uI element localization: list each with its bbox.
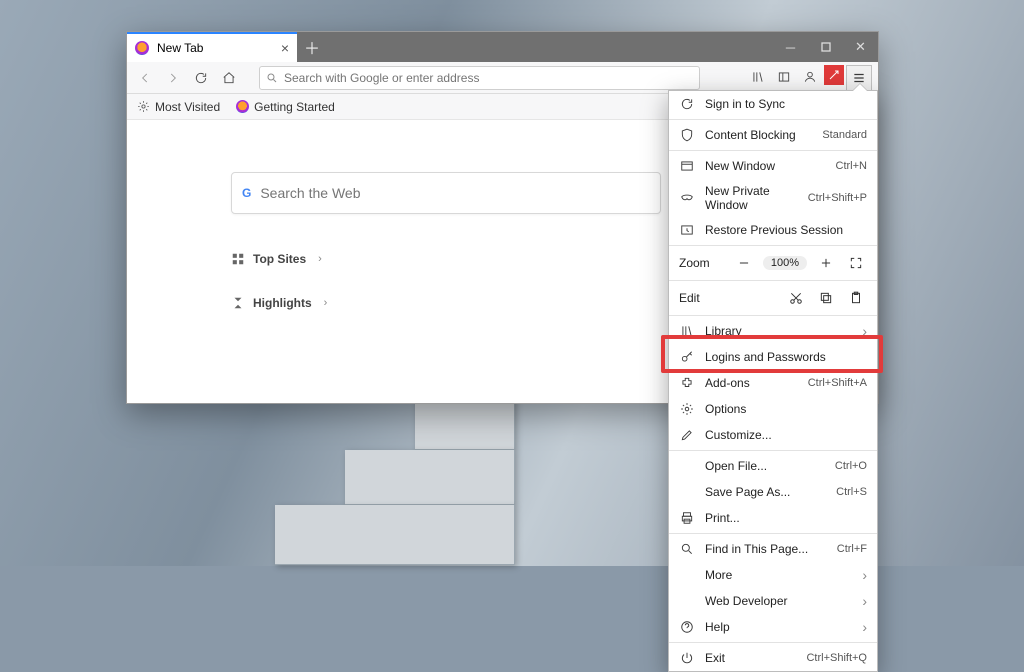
- menu-sign-in-sync[interactable]: Sign in to Sync: [669, 91, 877, 117]
- copy-button[interactable]: [815, 288, 837, 308]
- section-title: Highlights: [253, 296, 312, 310]
- bookmark-most-visited[interactable]: Most Visited: [137, 100, 220, 114]
- maximize-button[interactable]: [808, 32, 843, 62]
- newtab-search-input[interactable]: [260, 185, 650, 201]
- zoom-in-button[interactable]: [815, 253, 837, 273]
- cut-button[interactable]: [785, 288, 807, 308]
- edit-label: Edit: [679, 291, 777, 305]
- restore-icon: [679, 223, 695, 237]
- gear-icon: [137, 100, 150, 113]
- search-icon: [679, 542, 695, 556]
- menu-restore-session[interactable]: Restore Previous Session: [669, 217, 877, 243]
- new-tab-button[interactable]: ＋: [297, 32, 327, 62]
- gear-icon: [679, 402, 695, 416]
- forward-button[interactable]: [161, 66, 185, 90]
- menu-customize[interactable]: Customize...: [669, 422, 877, 448]
- menu-open-file[interactable]: Open File... Ctrl+O: [669, 453, 877, 479]
- tab-newtab[interactable]: New Tab ×: [127, 32, 297, 62]
- sync-icon: [679, 97, 695, 111]
- section-title: Top Sites: [253, 252, 306, 266]
- paintbrush-icon: [679, 428, 695, 442]
- window-controls: ─ ✕: [773, 32, 878, 62]
- chevron-right-icon: ›: [862, 593, 867, 609]
- menu-web-developer[interactable]: Web Developer ›: [669, 588, 877, 614]
- zoom-value[interactable]: 100%: [763, 256, 807, 270]
- chevron-right-icon: ›: [318, 253, 322, 265]
- paste-button[interactable]: [845, 288, 867, 308]
- back-button[interactable]: [133, 66, 157, 90]
- home-button[interactable]: [217, 66, 241, 90]
- fullscreen-button[interactable]: [845, 253, 867, 273]
- key-icon: [679, 350, 695, 364]
- app-menu-panel: Sign in to Sync Content Blocking Standar…: [668, 90, 878, 672]
- minimize-button[interactable]: ─: [773, 32, 808, 62]
- tab-strip: New Tab × ＋ ─ ✕: [127, 32, 878, 62]
- menu-logins[interactable]: Logins and Passwords: [669, 344, 877, 370]
- bookmark-label: Getting Started: [254, 100, 335, 114]
- newtab-search[interactable]: G: [231, 172, 661, 214]
- search-icon: [266, 72, 278, 84]
- firefox-favicon-icon: [135, 41, 149, 55]
- menu-help[interactable]: Help ›: [669, 614, 877, 640]
- account-icon[interactable]: [798, 65, 822, 89]
- reload-button[interactable]: [189, 66, 213, 90]
- grid-icon: [231, 252, 245, 266]
- chevron-right-icon: ›: [862, 323, 867, 339]
- chevron-right-icon: ›: [324, 297, 328, 309]
- power-icon: [679, 651, 695, 665]
- close-tab-icon[interactable]: ×: [281, 40, 289, 56]
- address-bar[interactable]: [259, 66, 700, 90]
- window-icon: [679, 159, 695, 173]
- library-icon[interactable]: [746, 65, 770, 89]
- menu-exit[interactable]: Exit Ctrl+Shift+Q: [669, 645, 877, 671]
- chevron-right-icon: ›: [862, 567, 867, 583]
- close-window-button[interactable]: ✕: [843, 32, 878, 62]
- menu-print[interactable]: Print...: [669, 505, 877, 531]
- firefox-icon: [236, 100, 249, 113]
- printer-icon: [679, 511, 695, 525]
- menu-edit-row: Edit: [669, 283, 877, 313]
- mask-icon: [679, 191, 695, 205]
- sidebar-icon[interactable]: [772, 65, 796, 89]
- bookmark-getting-started[interactable]: Getting Started: [236, 100, 335, 114]
- library-icon: [679, 324, 695, 338]
- puzzle-icon: [679, 376, 695, 390]
- menu-save-page[interactable]: Save Page As... Ctrl+S: [669, 479, 877, 505]
- menu-addons[interactable]: Add-ons Ctrl+Shift+A: [669, 370, 877, 396]
- extension-red-icon[interactable]: [824, 65, 844, 85]
- menu-find[interactable]: Find in This Page... Ctrl+F: [669, 536, 877, 562]
- highlights-icon: [231, 296, 245, 310]
- zoom-out-button[interactable]: [733, 253, 755, 273]
- menu-arrow-icon: [853, 84, 867, 91]
- menu-library[interactable]: Library ›: [669, 318, 877, 344]
- menu-content-blocking[interactable]: Content Blocking Standard: [669, 122, 877, 148]
- chevron-right-icon: ›: [862, 619, 867, 635]
- menu-options[interactable]: Options: [669, 396, 877, 422]
- tab-title: New Tab: [157, 41, 203, 55]
- menu-zoom-row: Zoom 100%: [669, 248, 877, 278]
- menu-new-private-window[interactable]: New Private Window Ctrl+Shift+P: [669, 179, 877, 217]
- google-logo-icon: G: [242, 186, 250, 200]
- address-input[interactable]: [284, 71, 693, 85]
- zoom-label: Zoom: [679, 256, 725, 270]
- menu-new-window[interactable]: New Window Ctrl+N: [669, 153, 877, 179]
- wallpaper-stairs: [245, 395, 675, 565]
- help-icon: [679, 620, 695, 634]
- bookmark-label: Most Visited: [155, 100, 220, 114]
- shield-icon: [679, 128, 695, 142]
